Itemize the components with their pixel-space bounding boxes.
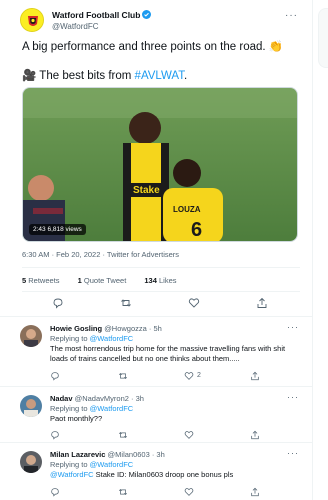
share-icon[interactable] bbox=[250, 371, 264, 385]
tweet-text-line-2: 🎥 The best bits from #AVLWAT. bbox=[22, 70, 188, 82]
replying-to: Replying to @WatfordFC bbox=[50, 460, 134, 469]
hashtag-link[interactable]: #AVLWAT bbox=[135, 70, 184, 82]
twitter-page: Watford Football Club @WatfordFC ··· A b… bbox=[0, 0, 328, 500]
tweet-text: A big performance and three points on th… bbox=[22, 40, 302, 83]
retweet-icon[interactable] bbox=[118, 371, 132, 385]
user-photo bbox=[20, 325, 42, 347]
reply-icon[interactable] bbox=[50, 487, 64, 500]
author-name[interactable]: Watford Football Club bbox=[52, 10, 152, 20]
jersey-sponsor: Stake bbox=[133, 185, 160, 196]
author-handle[interactable]: @WatfordFC bbox=[52, 22, 99, 31]
user-photo bbox=[20, 395, 42, 417]
like-count: 2 bbox=[197, 372, 201, 379]
video-duration-views-badge: 2:43 6,818 views bbox=[29, 224, 86, 235]
replying-to: Replying to @WatfordFC bbox=[50, 404, 134, 413]
reply-text-line-1: Paot monthly?? bbox=[50, 414, 103, 423]
video-thumbnail: Stake LOUZA 6 bbox=[23, 88, 297, 241]
reply-text-line-2: loads of trains cancelled but no one thi… bbox=[50, 354, 240, 363]
reply-tweet[interactable]: Nadav @NadavMyron2 · 3h ··· Replying to … bbox=[0, 386, 313, 442]
tweet-column: Watford Football Club @WatfordFC ··· A b… bbox=[0, 0, 313, 500]
quote-tweets-stat[interactable]: 1 Quote Tweet bbox=[78, 276, 135, 285]
divider bbox=[22, 267, 300, 268]
like-icon[interactable] bbox=[188, 297, 202, 311]
jersey-name: LOUZA bbox=[173, 205, 201, 214]
tweet-actions bbox=[22, 297, 300, 313]
replying-to: Replying to @WatfordFC bbox=[50, 334, 134, 343]
reply-text-line-1: @WatfordFC Stake ID: Milan0603 droop one… bbox=[50, 470, 234, 479]
reply-actions bbox=[50, 430, 290, 442]
divider bbox=[22, 291, 300, 292]
reply-tweet[interactable]: Milan Lazarevic @Milan0603 · 3h ··· Repl… bbox=[0, 442, 313, 500]
like-icon[interactable] bbox=[184, 487, 198, 500]
avatar[interactable] bbox=[20, 8, 44, 32]
mention-link[interactable]: @WatfordFC bbox=[50, 470, 94, 479]
tweet-source[interactable]: Twitter for Advertisers bbox=[107, 250, 179, 259]
avatar[interactable] bbox=[20, 451, 42, 473]
reply-text-line-1: The most horrendous trip home for the ma… bbox=[50, 344, 286, 353]
verified-badge-icon bbox=[142, 10, 152, 19]
reply-actions bbox=[50, 487, 290, 499]
like-icon[interactable]: 2 bbox=[184, 371, 201, 385]
tweet-stats: 5 Retweets 1 Quote Tweet 134 Likes bbox=[22, 276, 193, 285]
reply-icon[interactable] bbox=[52, 297, 66, 311]
user-photo bbox=[20, 451, 42, 473]
retweet-icon[interactable] bbox=[118, 487, 132, 500]
reply-author[interactable]: Howie Gosling @Howgozza · 5h bbox=[50, 324, 162, 333]
reply-icon[interactable] bbox=[50, 371, 64, 385]
more-options-icon[interactable]: ··· bbox=[287, 392, 299, 402]
more-options-icon[interactable]: ··· bbox=[287, 322, 299, 332]
more-options-icon[interactable]: ··· bbox=[287, 448, 299, 458]
share-icon[interactable] bbox=[250, 487, 264, 500]
tweet-timestamp: 6:30 AM · Feb 20, 2022 · Twitter for Adv… bbox=[22, 250, 180, 259]
svg-text:6: 6 bbox=[191, 219, 202, 241]
watford-crest-icon bbox=[21, 9, 43, 31]
reply-tweet[interactable]: Howie Gosling @Howgozza · 5h ··· Replyin… bbox=[0, 316, 313, 386]
likes-stat[interactable]: 134 Likes bbox=[144, 276, 184, 285]
reply-author[interactable]: Milan Lazarevic @Milan0603 · 3h bbox=[50, 450, 165, 459]
more-options-icon[interactable]: ··· bbox=[285, 10, 298, 21]
reply-actions: 2 bbox=[50, 371, 290, 383]
avatar[interactable] bbox=[20, 325, 42, 347]
retweet-icon[interactable] bbox=[120, 297, 134, 311]
share-icon[interactable] bbox=[256, 297, 270, 311]
tweet-video[interactable]: Stake LOUZA 6 2:43 6,818 views bbox=[22, 87, 298, 242]
tweet-text-line-1: A big performance and three points on th… bbox=[22, 41, 284, 53]
reply-author[interactable]: Nadav @NadavMyron2 · 3h bbox=[50, 394, 144, 403]
right-sidebar-edge bbox=[314, 0, 328, 500]
retweets-stat[interactable]: 5 Retweets bbox=[22, 276, 68, 285]
avatar[interactable] bbox=[20, 395, 42, 417]
main-tweet-header: Watford Football Club @WatfordFC ··· bbox=[20, 8, 310, 36]
